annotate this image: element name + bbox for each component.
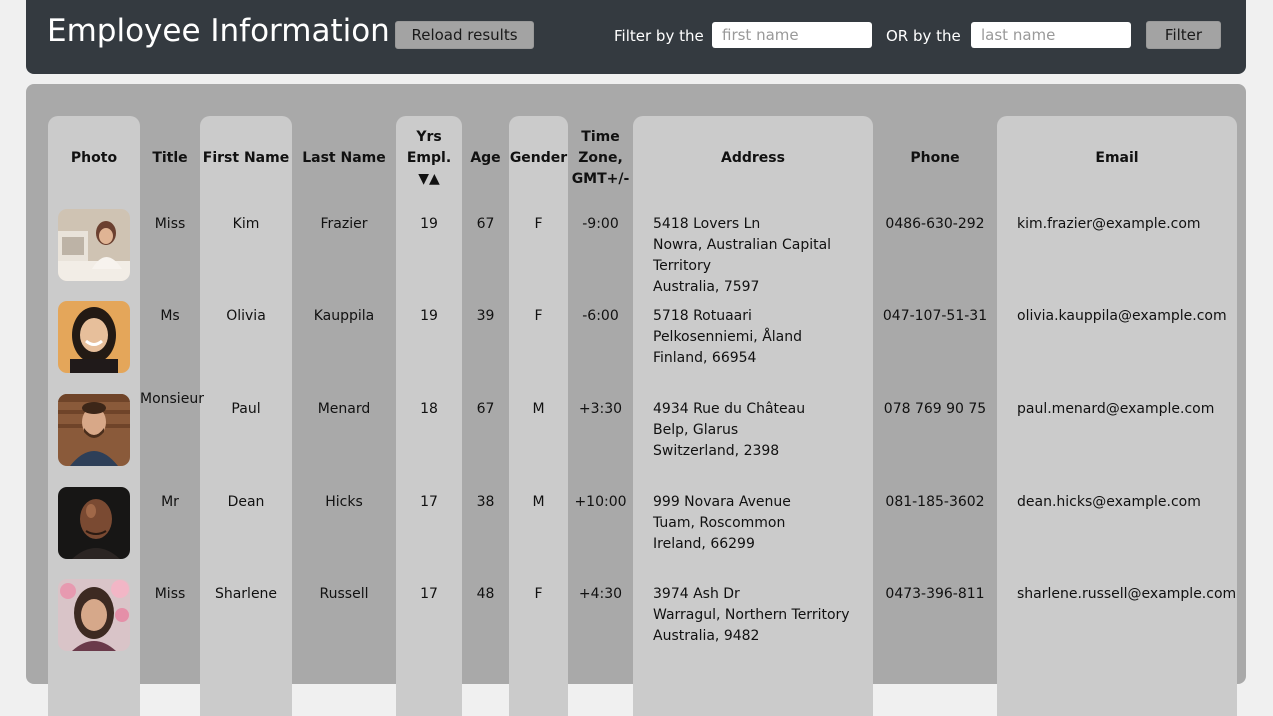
header-photo: Photo xyxy=(70,149,118,166)
cell-last-name: Kauppila xyxy=(313,308,375,324)
cell-address: 4934 Rue du Château Belp, Glarus Switzer… xyxy=(653,399,873,462)
employee-photo xyxy=(58,301,130,373)
cell-age: 38 xyxy=(476,494,495,510)
address-line-3: Finland, 66954 xyxy=(653,350,757,366)
header-time-zone: Time Zone, GMT+/- xyxy=(571,128,630,187)
cell-last-name: Hicks xyxy=(325,494,363,510)
cell-gender: F xyxy=(534,586,543,602)
cell-phone: 047-107-51-31 xyxy=(882,308,988,324)
header-last-name: Last Name xyxy=(302,149,386,166)
header-email: Email xyxy=(1095,149,1139,166)
cell-address: 999 Novara Avenue Tuam, Roscommon Irelan… xyxy=(653,492,873,555)
header-yrs-empl-sort[interactable]: Yrs Empl. ▼▲ xyxy=(396,116,462,200)
cell-first-name: Kim xyxy=(232,216,260,232)
employee-photo xyxy=(58,487,130,559)
header-gender: Gender xyxy=(509,149,568,166)
cell-time-zone: -9:00 xyxy=(582,216,619,232)
employee-table: Photo Title First Name Last Name Yrs Emp… xyxy=(26,84,1246,716)
cell-phone: 0486-630-292 xyxy=(885,216,985,232)
address-line-1: 3974 Ash Dr xyxy=(653,586,740,602)
first-name-filter-input[interactable] xyxy=(712,22,872,48)
page-title: Employee Information xyxy=(47,13,390,49)
cell-title: Monsieur xyxy=(140,391,204,407)
cell-time-zone: +10:00 xyxy=(574,494,627,510)
cell-title: Mr xyxy=(161,494,179,510)
address-line-2: Nowra, Australian Capital Territory xyxy=(653,237,832,274)
cell-first-name: Olivia xyxy=(226,308,266,324)
cell-email: paul.menard@example.com xyxy=(1017,401,1215,417)
filter-first-label: Filter by the xyxy=(614,27,704,45)
address-line-1: 4934 Rue du Château xyxy=(653,401,806,417)
cell-gender: M xyxy=(532,401,545,417)
employee-photo xyxy=(58,209,130,281)
address-line-1: 5418 Lovers Ln xyxy=(653,216,761,232)
address-line-1: 5718 Rotuaari xyxy=(653,308,752,324)
header-bar: Employee Information Reload results Filt… xyxy=(26,0,1246,74)
cell-time-zone: +3:30 xyxy=(578,401,623,417)
last-name-filter-input[interactable] xyxy=(971,22,1131,48)
cell-yrs-empl: 17 xyxy=(420,494,438,510)
cell-title: Miss xyxy=(154,586,186,602)
cell-time-zone: +4:30 xyxy=(578,586,623,602)
cell-age: 39 xyxy=(476,308,495,324)
cell-first-name: Paul xyxy=(231,401,261,417)
address-line-3: Australia, 7597 xyxy=(653,279,760,295)
cell-address: 5418 Lovers Ln Nowra, Australian Capital… xyxy=(653,214,873,298)
reload-results-button[interactable]: Reload results xyxy=(395,21,534,49)
cell-title: Miss xyxy=(154,216,186,232)
cell-title: Ms xyxy=(160,308,180,324)
address-line-3: Ireland, 66299 xyxy=(653,536,755,552)
cell-time-zone: -6:00 xyxy=(582,308,619,324)
filter-last-label: OR by the xyxy=(886,27,961,45)
cell-last-name: Russell xyxy=(319,586,369,602)
header-age: Age xyxy=(470,149,501,166)
header-title: Title xyxy=(152,149,188,166)
cell-gender: F xyxy=(534,216,543,232)
filter-button[interactable]: Filter xyxy=(1146,21,1221,49)
cell-address: 3974 Ash Dr Warragul, Northern Territory… xyxy=(653,584,873,647)
cell-email: kim.frazier@example.com xyxy=(1017,216,1201,232)
address-line-1: 999 Novara Avenue xyxy=(653,494,791,510)
cell-yrs-empl: 19 xyxy=(420,216,438,232)
address-line-2: Pelkosenniemi, Åland xyxy=(653,329,803,345)
cell-first-name: Dean xyxy=(227,494,265,510)
cell-age: 48 xyxy=(476,586,495,602)
cell-email: olivia.kauppila@example.com xyxy=(1017,308,1227,324)
header-phone: Phone xyxy=(910,149,960,166)
cell-phone: 0473-396-811 xyxy=(885,586,985,602)
cell-yrs-empl: 17 xyxy=(420,586,438,602)
cell-last-name: Frazier xyxy=(320,216,368,232)
cell-first-name: Sharlene xyxy=(214,586,278,602)
cell-email: sharlene.russell@example.com xyxy=(1017,586,1237,602)
cell-age: 67 xyxy=(476,216,495,232)
employee-photo xyxy=(58,579,130,651)
address-line-3: Australia, 9482 xyxy=(653,628,760,644)
cell-email: dean.hicks@example.com xyxy=(1017,494,1201,510)
cell-phone: 081-185-3602 xyxy=(885,494,985,510)
address-line-3: Switzerland, 2398 xyxy=(653,443,780,459)
cell-address: 5718 Rotuaari Pelkosenniemi, Åland Finla… xyxy=(653,306,873,369)
cell-gender: M xyxy=(532,494,545,510)
employee-photo xyxy=(58,394,130,466)
cell-phone: 078 769 90 75 xyxy=(883,401,987,417)
cell-age: 67 xyxy=(476,401,495,417)
cell-last-name: Menard xyxy=(317,401,371,417)
header-address: Address xyxy=(721,149,785,166)
address-line-2: Belp, Glarus xyxy=(653,422,739,438)
cell-yrs-empl: 18 xyxy=(420,401,438,417)
cell-yrs-empl: 19 xyxy=(420,308,438,324)
cell-gender: F xyxy=(534,308,543,324)
header-first-name: First Name xyxy=(202,149,290,166)
address-line-2: Warragul, Northern Territory xyxy=(653,607,850,623)
address-line-2: Tuam, Roscommon xyxy=(653,515,786,531)
